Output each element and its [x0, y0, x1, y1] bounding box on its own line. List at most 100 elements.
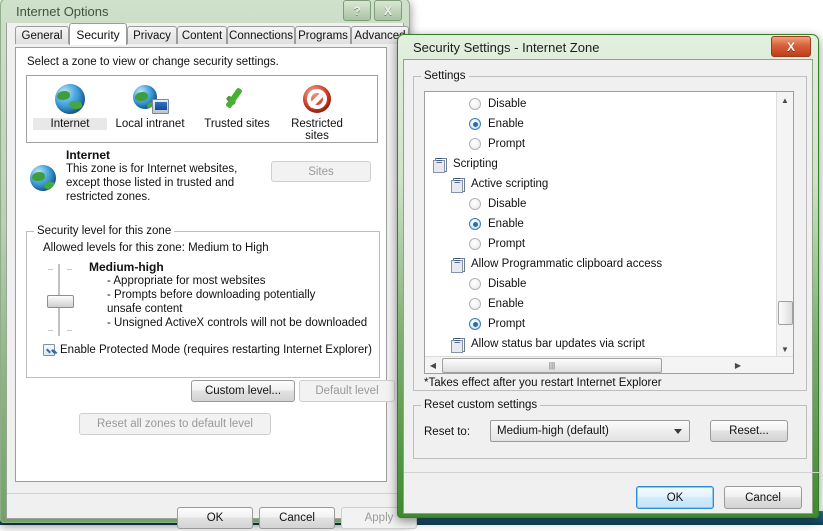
radio-disable-icon[interactable]	[469, 198, 481, 210]
radio-prompt-icon[interactable]	[469, 238, 481, 250]
chevron-down-icon	[674, 429, 682, 434]
radio-disable-icon[interactable]	[469, 98, 481, 110]
zone-label: Internet	[33, 118, 107, 130]
settings-category-row[interactable]: Scripting	[425, 154, 776, 174]
zone-label: Trusted sites	[195, 118, 279, 130]
settings-category-row[interactable]: Active scripting	[425, 174, 776, 194]
settings-item-label: Prompt	[488, 318, 525, 330]
settings-radio-row[interactable]: Prompt	[425, 314, 776, 334]
settings-radio-row[interactable]: Enable	[425, 114, 776, 134]
radio-enable-icon[interactable]	[469, 298, 481, 310]
radio-prompt-icon[interactable]	[469, 318, 481, 330]
zone-item-trusted-sites[interactable]: Trusted sites	[195, 80, 279, 130]
security-level-slider[interactable]	[45, 264, 75, 338]
settings-item-label: Disable	[488, 198, 526, 210]
settings-radio-row[interactable]: Enable	[425, 294, 776, 314]
security-tab-page: Select a zone to view or change security…	[15, 47, 387, 482]
settings-radio-row[interactable]: Prompt	[425, 134, 776, 154]
tab-general[interactable]: General	[15, 26, 69, 44]
settings-list-vscrollbar[interactable]: ▲ ▼	[776, 92, 793, 357]
settings-item-label: Prompt	[488, 238, 525, 250]
security-settings-titlebar-buttons: X	[771, 36, 811, 57]
internet-options-title: Internet Options	[6, 4, 109, 19]
security-settings-footer: OK Cancel	[404, 480, 822, 512]
scroll-down-icon[interactable]: ▼	[777, 341, 793, 357]
security-settings-window[interactable]: Security Settings - Internet Zone X Sett…	[397, 34, 819, 518]
tab-privacy[interactable]: Privacy	[127, 26, 177, 44]
settings-radio-row[interactable]: Prompt	[425, 234, 776, 254]
radio-prompt-icon[interactable]	[469, 138, 481, 150]
settings-item-label: Scripting	[453, 158, 498, 170]
zone-list[interactable]: Internet Local intranet	[26, 75, 378, 143]
hscroll-thumb[interactable]: |||	[442, 358, 662, 373]
level-bullet: - Appropriate for most websites	[107, 274, 369, 288]
script-setting-icon	[433, 158, 446, 171]
radio-disable-icon[interactable]	[469, 278, 481, 290]
security-level-legend: Security level for this zone	[34, 225, 174, 237]
tab-security[interactable]: Security	[69, 23, 127, 45]
settings-category-row[interactable]: Allow Programmatic clipboard access	[425, 254, 776, 274]
tab-connections[interactable]: Connections	[227, 26, 295, 44]
scroll-up-icon[interactable]: ▲	[777, 92, 793, 108]
close-icon[interactable]: X	[374, 0, 402, 21]
level-bullet: - Unsigned ActiveX controls will not be …	[107, 316, 369, 330]
scroll-right-icon[interactable]: ▶	[730, 357, 746, 373]
protected-mode-checkbox[interactable]	[43, 344, 55, 356]
security-settings-titlebar[interactable]: Security Settings - Internet Zone X	[403, 35, 813, 59]
settings-category-row[interactable]: Allow status bar updates via script	[425, 334, 776, 354]
settings-radio-row[interactable]: Disable	[425, 94, 776, 114]
sites-button[interactable]: Sites	[271, 161, 371, 182]
scroll-left-icon[interactable]: ◀	[425, 357, 441, 373]
settings-item-label: Enable	[488, 118, 524, 130]
vscroll-thumb[interactable]	[778, 301, 793, 325]
zone-item-local-intranet[interactable]: Local intranet	[105, 80, 195, 130]
tab-content[interactable]: Content	[177, 26, 227, 44]
selected-zone-description: This zone is for Internet websites, exce…	[66, 162, 266, 204]
settings-list-items: DisableEnablePromptScriptingActive scrip…	[425, 94, 776, 356]
settings-radio-row[interactable]: Enable	[425, 214, 776, 234]
footer-divider	[7, 493, 415, 494]
protected-mode-checkbox-row[interactable]: Enable Protected Mode (requires restarti…	[43, 344, 372, 356]
settings-item-label: Disable	[488, 98, 526, 110]
custom-level-button[interactable]: Custom level...	[191, 380, 295, 402]
security-level-name: Medium-high	[89, 260, 369, 274]
protected-mode-label: Enable Protected Mode (requires restarti…	[60, 344, 372, 356]
zone-hint-label: Select a zone to view or change security…	[27, 56, 279, 68]
slider-thumb[interactable]	[47, 295, 74, 308]
settings-listbox[interactable]: DisableEnablePromptScriptingActive scrip…	[424, 91, 794, 374]
internet-options-titlebar[interactable]: Internet Options ? X	[6, 0, 404, 23]
reset-to-combobox[interactable]: Medium-high (default)	[490, 420, 690, 442]
ok-button[interactable]: OK	[636, 486, 714, 509]
cancel-button[interactable]: Cancel	[259, 507, 335, 529]
security-settings-footer-divider	[404, 472, 822, 473]
reset-all-zones-button[interactable]: Reset all zones to default level	[79, 413, 271, 435]
settings-radio-row[interactable]: Disable	[425, 274, 776, 294]
radio-enable-icon[interactable]	[469, 118, 481, 130]
settings-item-label: Enable	[488, 218, 524, 230]
internet-options-window[interactable]: Internet Options ? X General Security Pr…	[0, 0, 410, 523]
radio-enable-icon[interactable]	[469, 218, 481, 230]
settings-list-hscrollbar[interactable]: ◀ ||| ▶	[425, 356, 793, 373]
internet-options-footer: OK Cancel Apply	[7, 501, 415, 531]
help-icon[interactable]: ?	[343, 0, 371, 21]
red-no-entry-icon	[281, 80, 353, 118]
allowed-levels-label: Allowed levels for this zone: Medium to …	[43, 242, 269, 254]
script-setting-icon	[451, 258, 464, 271]
zone-item-internet[interactable]: Internet	[33, 80, 107, 130]
settings-item-label: Allow status bar updates via script	[471, 338, 645, 350]
reset-button[interactable]: Reset...	[710, 420, 788, 442]
internet-options-titlebar-buttons: ? X	[343, 0, 402, 21]
zone-label: Restricted sites	[281, 118, 353, 142]
tab-programs[interactable]: Programs	[295, 26, 351, 44]
level-bullet: - Prompts before downloading potentially…	[107, 288, 342, 316]
default-level-button[interactable]: Default level	[299, 380, 395, 402]
zone-item-restricted-sites[interactable]: Restricted sites	[281, 80, 353, 142]
reset-group-legend: Reset custom settings	[421, 399, 540, 411]
settings-item-label: Allow Programmatic clipboard access	[471, 258, 662, 270]
cancel-button[interactable]: Cancel	[724, 486, 802, 509]
settings-item-label: Active scripting	[471, 178, 548, 190]
ok-button[interactable]: OK	[177, 507, 253, 529]
settings-group: Settings DisableEnablePromptScriptingAct…	[413, 76, 807, 391]
settings-radio-row[interactable]: Disable	[425, 194, 776, 214]
close-icon[interactable]: X	[771, 36, 811, 57]
